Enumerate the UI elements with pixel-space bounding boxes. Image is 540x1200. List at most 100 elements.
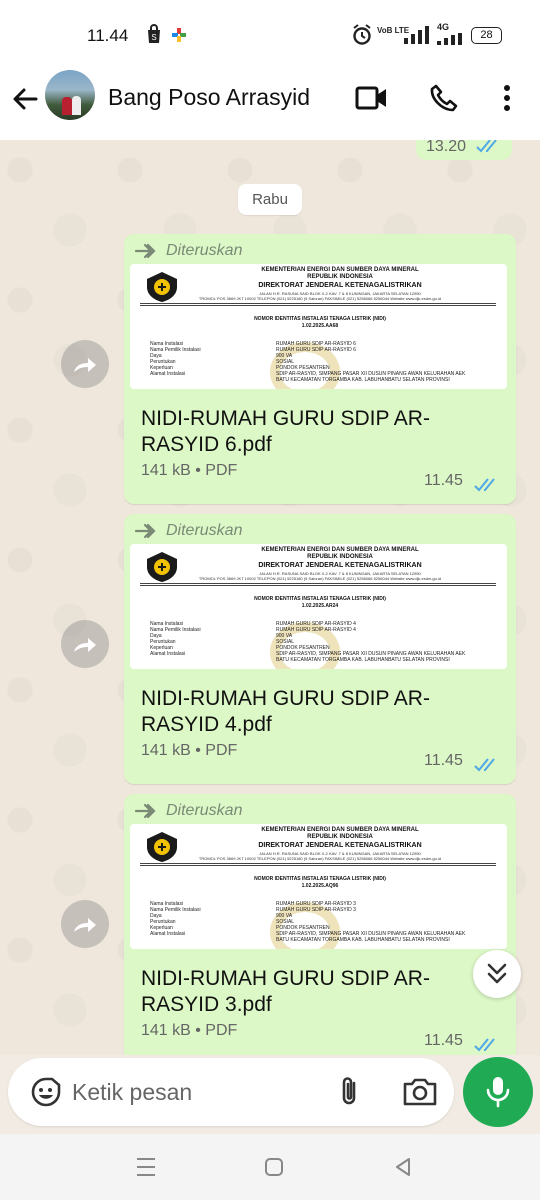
file-name: NIDI-RUMAH GURU SDIP AR-RASYID 4.pdf [141, 687, 430, 736]
read-ticks-icon [474, 478, 495, 492]
file-meta: 141 kB • PDF [141, 462, 238, 479]
composer [8, 1058, 454, 1126]
chat-header: Bang Poso Arrasyid [0, 70, 540, 140]
doc-number: 1.02.2025.AA68 [301, 323, 339, 329]
attach-button[interactable] [332, 1074, 368, 1110]
network-type: 4G [437, 22, 450, 32]
doc-number: 1.02.2025.AR24 [301, 603, 339, 609]
message-input[interactable] [72, 1074, 282, 1110]
forward-button[interactable] [61, 900, 109, 948]
scroll-to-bottom-button[interactable] [473, 950, 521, 998]
signal-icon [404, 26, 430, 49]
doc-address-cont: BATU KECAMATAN TORGAMBA KAB. LABUHANBATU… [276, 657, 450, 663]
doc-title: NOMOR IDENTITAS INSTALASI TENAGA LISTRIK… [254, 596, 386, 602]
doc-country: REPUBLIK INDONESIA [307, 554, 373, 560]
doc-address-cont: BATU KECAMATAN TORGAMBA KAB. LABUHANBATU… [276, 937, 450, 943]
emoji-button[interactable] [30, 1076, 62, 1108]
camera-icon [403, 1078, 437, 1106]
plus-notification-icon [172, 28, 186, 47]
doc-number: 1.02.2025.AQ96 [301, 883, 339, 889]
forwarded-icon [134, 243, 156, 259]
message-bubble[interactable]: Diteruskan KEMENTERIAN ENERGI DAN SUMBER … [124, 514, 516, 784]
doc-ministry: KEMENTERIAN ENERGI DAN SUMBER DAYA MINER… [261, 267, 419, 273]
message-bubble[interactable]: Diteruskan KEMENTERIAN ENERGI DAN SUMBER … [124, 234, 516, 504]
forwarded-label: Diteruskan [134, 521, 242, 541]
shopping-bag-icon: S [145, 24, 163, 49]
home-button[interactable] [259, 1152, 289, 1182]
doc-contact: TROMOL POS 3669 JKT 10002 TELEPON (021) … [198, 296, 442, 301]
doc-divider [140, 303, 496, 304]
recent-apps-button[interactable] [131, 1152, 161, 1182]
doc-address-cont: BATU KECAMATAN TORGAMBA KAB. LABUHANBATU… [276, 377, 450, 383]
file-meta: 141 kB • PDF [141, 742, 238, 759]
phone-call-button[interactable] [423, 80, 463, 116]
menu-icon [137, 1158, 155, 1176]
read-ticks-icon [476, 140, 497, 153]
forwarded-label: Diteruskan [134, 801, 242, 821]
file-name: NIDI-RUMAH GURU SDIP AR-RASYID 6.pdf [141, 407, 430, 456]
file-name: NIDI-RUMAH GURU SDIP AR-RASYID 3.pdf [141, 967, 430, 1016]
camera-button[interactable] [400, 1074, 440, 1110]
status-bar: 11.44 S VoB LTE 4G 28 [0, 0, 540, 70]
doc-title: NOMOR IDENTITAS INSTALASI TENAGA LISTRIK… [254, 876, 386, 882]
doc-field-label: Alamat Instalasi [150, 651, 186, 657]
status-time: 11.44 [87, 26, 129, 45]
contact-name[interactable]: Bang Poso Arrasyid [108, 84, 310, 111]
forwarded-text: Diteruskan [166, 802, 243, 819]
forward-button[interactable] [61, 340, 109, 388]
forwarded-icon [134, 803, 156, 819]
doc-divider [140, 305, 496, 306]
read-ticks-icon [474, 1038, 495, 1052]
svg-text:S: S [151, 33, 156, 42]
double-chevron-down-icon [487, 963, 507, 984]
alarm-icon [352, 24, 372, 51]
phone-icon [430, 84, 458, 112]
doc-directorate: DIREKTORAT JENDERAL KETENAGALISTRIKAN [258, 842, 422, 849]
doc-divider [140, 583, 496, 584]
more-options-button[interactable] [487, 80, 527, 116]
doc-field-label: Alamat Instalasi [150, 931, 186, 937]
forwarded-text: Diteruskan [166, 242, 243, 259]
doc-country: REPUBLIK INDONESIA [307, 274, 373, 280]
forwarded-text: Diteruskan [166, 522, 243, 539]
mic-icon [486, 1077, 510, 1108]
document-preview[interactable]: KEMENTERIAN ENERGI DAN SUMBER DAYA MINER… [130, 264, 507, 389]
doc-divider [140, 863, 496, 864]
back-nav-button[interactable] [388, 1152, 418, 1182]
forward-icon [74, 918, 96, 932]
document-preview[interactable]: KEMENTERIAN ENERGI DAN SUMBER DAYA MINER… [130, 824, 507, 949]
doc-country: REPUBLIK INDONESIA [307, 834, 373, 840]
doc-ministry: KEMENTERIAN ENERGI DAN SUMBER DAYA MINER… [261, 547, 419, 553]
paperclip-icon [342, 1077, 356, 1105]
doc-title: NOMOR IDENTITAS INSTALASI TENAGA LISTRIK… [254, 316, 386, 322]
video-call-button[interactable] [352, 80, 392, 116]
chat-area[interactable]: 13.20 Rabu Diteruskan KEMENTERIAN ENERGI … [0, 140, 540, 1055]
forward-button[interactable] [61, 620, 109, 668]
back-button[interactable] [8, 82, 42, 116]
message-time: 11.45 [424, 752, 463, 769]
document-preview[interactable]: KEMENTERIAN ENERGI DAN SUMBER DAYA MINER… [130, 544, 507, 669]
message-time: 13.20 [426, 140, 467, 155]
message-time: 11.45 [424, 1032, 463, 1049]
doc-directorate: DIREKTORAT JENDERAL KETENAGALISTRIKAN [258, 282, 422, 289]
battery-indicator: 28 [471, 27, 502, 44]
read-ticks-icon [474, 758, 495, 772]
avatar[interactable] [45, 70, 95, 120]
message-bubble[interactable]: Diteruskan KEMENTERIAN ENERGI DAN SUMBER … [124, 794, 516, 1055]
back-arrow-icon [13, 88, 38, 110]
back-nav-icon [396, 1158, 410, 1176]
forwarded-icon [134, 523, 156, 539]
forward-icon [74, 638, 96, 652]
doc-ministry: KEMENTERIAN ENERGI DAN SUMBER DAYA MINER… [261, 827, 419, 833]
date-chip: Rabu [238, 184, 302, 215]
message-time: 11.45 [424, 472, 463, 489]
file-meta: 141 kB • PDF [141, 1022, 238, 1039]
previous-message-bubble[interactable]: 13.20 [416, 140, 512, 160]
signal-icon-2 [437, 32, 463, 50]
video-call-icon [355, 86, 386, 110]
forwarded-label: Diteruskan [134, 241, 242, 261]
doc-contact: TROMOL POS 3669 JKT 10002 TELEPON (021) … [198, 576, 442, 581]
more-vert-icon [504, 85, 510, 111]
voice-message-button[interactable] [463, 1057, 533, 1127]
forward-icon [74, 358, 96, 372]
